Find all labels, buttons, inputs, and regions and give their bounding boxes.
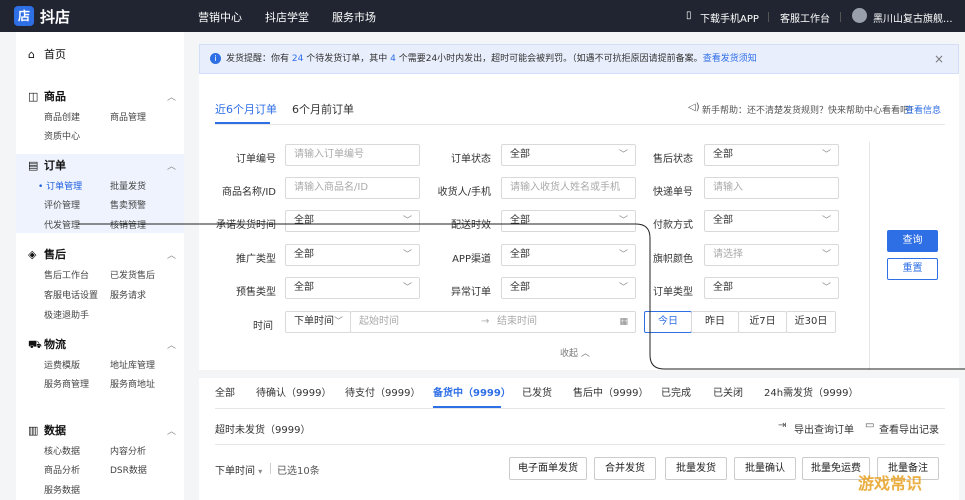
watermark-text: 游戏常识 — [858, 474, 923, 493]
annotation-line — [78, 223, 965, 370]
